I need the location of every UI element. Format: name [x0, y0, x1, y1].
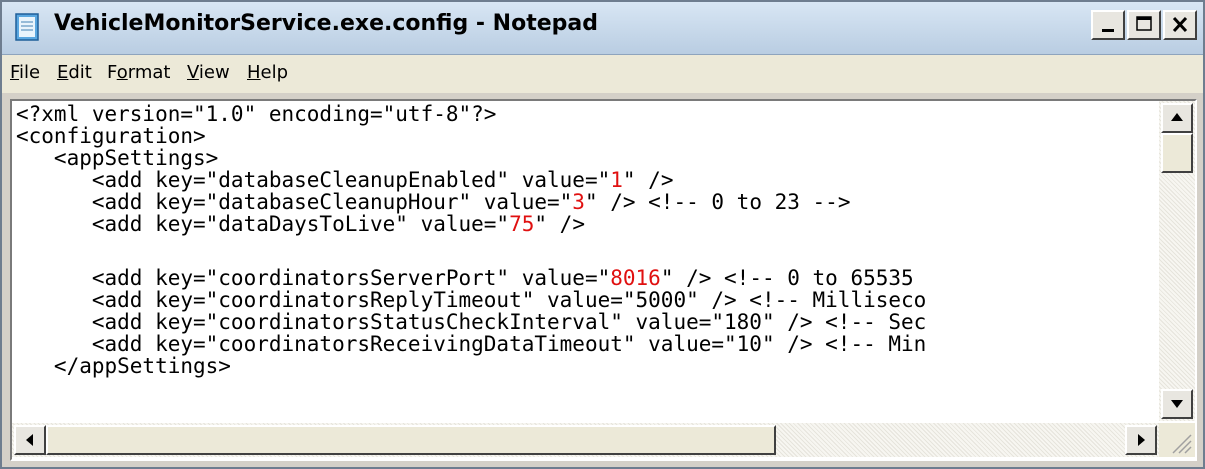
code-text: </appSettings> — [16, 354, 231, 378]
close-button[interactable] — [1163, 10, 1197, 40]
code-line-9: <add key="coordinatorsReplyTimeout" valu… — [16, 289, 926, 311]
menu-view-rest: iew — [198, 62, 230, 83]
code-line-6: <add key="dataDaysToLive" value="75" /> — [16, 213, 585, 235]
menu-help-rest: elp — [260, 62, 289, 83]
code-text: " /> — [622, 168, 674, 192]
maximize-button[interactable] — [1127, 10, 1161, 40]
menu-format[interactable]: Format — [107, 62, 170, 83]
menu-view-mnemonic: V — [187, 62, 199, 83]
editor-text-area[interactable]: <?xml version="1.0" encoding="utf-8"?> <… — [16, 103, 1156, 421]
arrow-up-icon — [1171, 113, 1183, 121]
code-line-10: <add key="coordinatorsStatusCheckInterva… — [16, 311, 926, 333]
menu-file-mnemonic: F — [10, 62, 20, 83]
menu-bar: File Edit Format View Help — [2, 55, 1203, 93]
title-bar[interactable]: VehicleMonitorService.exe.config - Notep… — [2, 2, 1203, 55]
window-controls — [1089, 10, 1197, 44]
code-text: <?xml version="1.0" encoding="utf-8"?> — [16, 103, 497, 126]
code-text: " /> — [534, 212, 585, 236]
code-text: <add key="coordinatorsReceivingDataTimeo… — [16, 332, 927, 356]
code-text: <add key="databaseCleanupEnabled" value=… — [16, 168, 611, 192]
horizontal-scroll-thumb[interactable] — [46, 425, 776, 455]
code-line-11: <add key="coordinatorsReceivingDataTimeo… — [16, 333, 926, 355]
resize-grip-icon — [1172, 434, 1192, 454]
code-line-5: <add key="databaseCleanupHour" value="3"… — [16, 190, 851, 214]
notepad-window: VehicleMonitorService.exe.config - Notep… — [0, 0, 1205, 469]
scroll-right-button[interactable] — [1125, 425, 1157, 455]
code-text: <add key="coordinatorsStatusCheckInterva… — [16, 310, 927, 334]
arrow-right-icon — [1138, 434, 1145, 446]
scroll-down-button[interactable] — [1161, 389, 1193, 419]
arrow-down-icon — [1171, 400, 1183, 408]
code-text: <add key="coordinatorsReplyTimeout" valu… — [16, 288, 927, 312]
code-line-1: <?xml version="1.0" encoding="utf-8"?> — [16, 103, 496, 125]
setting-value: 3 — [572, 190, 585, 214]
menu-file-rest: ile — [19, 62, 41, 83]
code-line-2: <configuration> — [16, 125, 206, 147]
code-text: <add key="databaseCleanupHour" value=" — [16, 190, 573, 214]
menu-format-mnemonic: o — [116, 62, 128, 83]
size-grip[interactable] — [1159, 423, 1195, 457]
notepad-icon — [15, 13, 39, 41]
setting-value: 1 — [610, 168, 623, 192]
setting-value: 75 — [509, 212, 535, 236]
code-text: " /> <!-- 0 to 23 --> — [584, 190, 851, 214]
menu-help-mnemonic: H — [247, 62, 261, 83]
menu-edit-rest: dit — [68, 62, 92, 83]
vertical-scroll-thumb[interactable] — [1161, 133, 1193, 173]
scroll-up-button[interactable] — [1161, 103, 1193, 133]
vertical-scrollbar[interactable] — [1159, 101, 1195, 421]
scroll-left-button[interactable] — [14, 425, 46, 455]
horizontal-scrollbar[interactable] — [12, 423, 1159, 457]
minimize-icon — [1102, 29, 1114, 32]
close-icon — [1172, 16, 1188, 33]
menu-format-pre: F — [107, 62, 117, 83]
menu-help[interactable]: Help — [247, 62, 288, 83]
arrow-left-icon — [26, 434, 33, 446]
setting-value: 8016 — [610, 266, 661, 290]
code-text: <appSettings> — [16, 146, 219, 170]
window-title: VehicleMonitorService.exe.config - Notep… — [54, 11, 598, 36]
code-text: <add key="coordinatorsServerPort" value=… — [16, 266, 611, 290]
maximize-icon — [1136, 16, 1152, 31]
text-editor[interactable]: <?xml version="1.0" encoding="utf-8"?> <… — [10, 99, 1197, 461]
code-text: <configuration> — [16, 124, 206, 148]
menu-edit-mnemonic: E — [57, 62, 69, 83]
code-text: " /> <!-- 0 to 65535 — [660, 266, 914, 290]
code-line-3: <appSettings> — [16, 147, 218, 169]
code-line-12: </appSettings> — [16, 355, 231, 377]
code-line-8: <add key="coordinatorsServerPort" value=… — [16, 267, 914, 289]
menu-view[interactable]: View — [187, 62, 230, 83]
menu-format-rest: rmat — [127, 62, 171, 83]
code-text: <add key="dataDaysToLive" value=" — [16, 212, 510, 236]
menu-edit[interactable]: Edit — [57, 62, 92, 83]
menu-file[interactable]: File — [10, 62, 40, 83]
minimize-button[interactable] — [1091, 10, 1125, 40]
code-line-4: <add key="databaseCleanupEnabled" value=… — [16, 168, 674, 192]
